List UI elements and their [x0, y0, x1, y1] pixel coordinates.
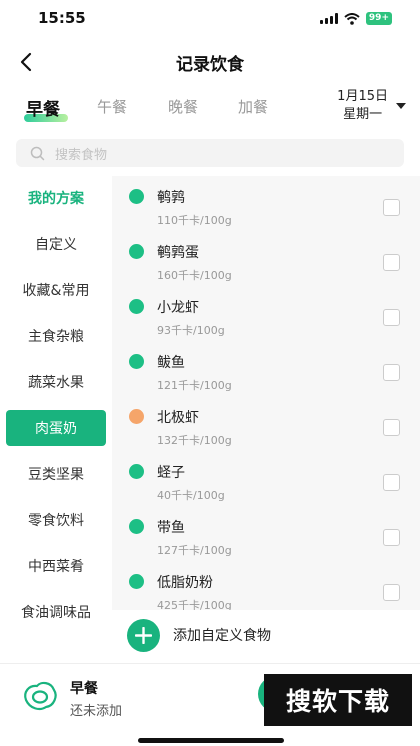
food-name: 小龙虾 — [157, 300, 199, 316]
search-placeholder: 搜索食物 — [55, 147, 108, 163]
food-item[interactable]: 北极虾 132千卡/100g — [112, 400, 420, 455]
tab-label: 午餐 — [97, 98, 128, 116]
status-bar: 15:55 99+ — [0, 0, 420, 40]
food-calories: 110千卡/100g — [157, 214, 232, 227]
wifi-icon — [344, 12, 360, 25]
food-item[interactable]: 小龙虾 93千卡/100g — [112, 290, 420, 345]
food-calories: 425千卡/100g — [157, 599, 232, 610]
food-checkbox[interactable] — [383, 364, 400, 381]
food-item[interactable]: 带鱼 127千卡/100g — [112, 510, 420, 565]
search-input[interactable]: 搜索食物 — [16, 139, 404, 167]
food-item[interactable]: 鹌鹑 110千卡/100g — [112, 180, 420, 235]
food-item[interactable]: 鹌鹑蛋 160千卡/100g — [112, 235, 420, 290]
food-calories: 132千卡/100g — [157, 434, 232, 447]
fried-egg-icon — [24, 681, 57, 711]
food-calories: 93千卡/100g — [157, 324, 225, 337]
food-checkbox[interactable] — [383, 309, 400, 326]
food-name: 蛏子 — [157, 465, 185, 481]
date-day: 1月15日 — [337, 89, 388, 104]
add-custom-food-label: 添加自定义食物 — [173, 628, 271, 644]
food-status-dot — [129, 464, 144, 479]
meal-tabs: 早餐 午餐 晚餐 加餐 1月15日 星期一 — [0, 86, 420, 130]
bottom-bar: 早餐 还未添加 搜软下载 — [0, 663, 420, 746]
sidebar-item-vegetables-fruits[interactable]: 蔬菜水果 — [0, 364, 112, 400]
tab-breakfast[interactable]: 早餐 — [26, 95, 60, 120]
food-item[interactable]: 蛏子 40千卡/100g — [112, 455, 420, 510]
food-name: 低脂奶粉 — [157, 575, 213, 591]
food-checkbox[interactable] — [383, 584, 400, 601]
food-name: 鲅鱼 — [157, 355, 185, 371]
status-icons: 99+ — [319, 12, 392, 25]
food-status-dot — [129, 189, 144, 204]
sidebar-item-favorites[interactable]: 收藏&常用 — [0, 272, 112, 308]
home-indicator — [138, 738, 284, 743]
plus-icon — [127, 618, 160, 652]
sidebar-item-meat-egg-milk[interactable]: 肉蛋奶 — [6, 410, 106, 446]
food-status-dot — [129, 519, 144, 534]
food-calories: 160千卡/100g — [157, 269, 232, 282]
tab-label: 加餐 — [238, 98, 269, 116]
sidebar-item-oils-seasonings[interactable]: 食油调味品 — [0, 594, 112, 630]
food-checkbox[interactable] — [383, 419, 400, 436]
watermark-overlay: 搜软下载 — [264, 674, 412, 726]
tab-snack[interactable]: 加餐 — [238, 96, 268, 117]
food-status-dot — [129, 409, 144, 424]
date-text: 1月15日 星期一 — [337, 88, 388, 124]
status-time: 15:55 — [38, 9, 86, 27]
food-status-dot — [129, 299, 144, 314]
sidebar-item-beans-nuts[interactable]: 豆类坚果 — [0, 456, 112, 492]
food-checkbox[interactable] — [383, 474, 400, 491]
food-calories: 40千卡/100g — [157, 489, 225, 502]
sidebar-item-staples[interactable]: 主食杂粮 — [0, 318, 112, 354]
food-status-dot — [129, 244, 144, 259]
sidebar-item-dishes[interactable]: 中西菜肴 — [0, 548, 112, 584]
tab-lunch[interactable]: 午餐 — [97, 96, 127, 117]
nav-bar: 记录饮食 — [0, 40, 420, 84]
search-icon — [30, 146, 45, 160]
food-name: 北极虾 — [157, 410, 199, 426]
signal-icon — [319, 13, 338, 24]
food-calories: 127千卡/100g — [157, 544, 232, 557]
food-calories: 121千卡/100g — [157, 379, 232, 392]
selected-meal: 早餐 — [70, 681, 98, 697]
meal-status: 还未添加 — [70, 704, 123, 719]
date-weekday: 星期一 — [343, 107, 383, 122]
page-title: 记录饮食 — [176, 55, 244, 75]
battery-indicator: 99+ — [365, 12, 392, 25]
caret-down-icon — [396, 103, 406, 109]
food-name: 鹌鹑蛋 — [157, 245, 199, 261]
food-name: 鹌鹑 — [157, 190, 185, 206]
category-sidebar: 我的方案 自定义 收藏&常用 主食杂粮 蔬菜水果 肉蛋奶 豆类坚果 零食饮料 中… — [0, 176, 112, 621]
tab-dinner[interactable]: 晚餐 — [168, 96, 198, 117]
tab-label: 晚餐 — [168, 98, 199, 116]
food-status-dot — [129, 354, 144, 369]
food-status-dot — [129, 574, 144, 589]
food-checkbox[interactable] — [383, 529, 400, 546]
food-checkbox[interactable] — [383, 199, 400, 216]
food-item[interactable]: 低脂奶粉 425千卡/100g — [112, 565, 420, 610]
food-list: 鹌鹑 110千卡/100g 鹌鹑蛋 160千卡/100g 小龙虾 93千卡/10… — [112, 176, 420, 610]
food-checkbox[interactable] — [383, 254, 400, 271]
tab-label: 早餐 — [26, 100, 60, 120]
add-custom-food-button[interactable]: 添加自定义食物 — [112, 611, 420, 659]
food-item[interactable]: 鲅鱼 121千卡/100g — [112, 345, 420, 400]
sidebar-item-my-plan[interactable]: 我的方案 — [0, 180, 112, 216]
date-picker[interactable]: 1月15日 星期一 — [337, 88, 406, 124]
food-name: 带鱼 — [157, 520, 185, 536]
sidebar-item-custom[interactable]: 自定义 — [0, 226, 112, 262]
sidebar-item-snacks-drinks[interactable]: 零食饮料 — [0, 502, 112, 538]
